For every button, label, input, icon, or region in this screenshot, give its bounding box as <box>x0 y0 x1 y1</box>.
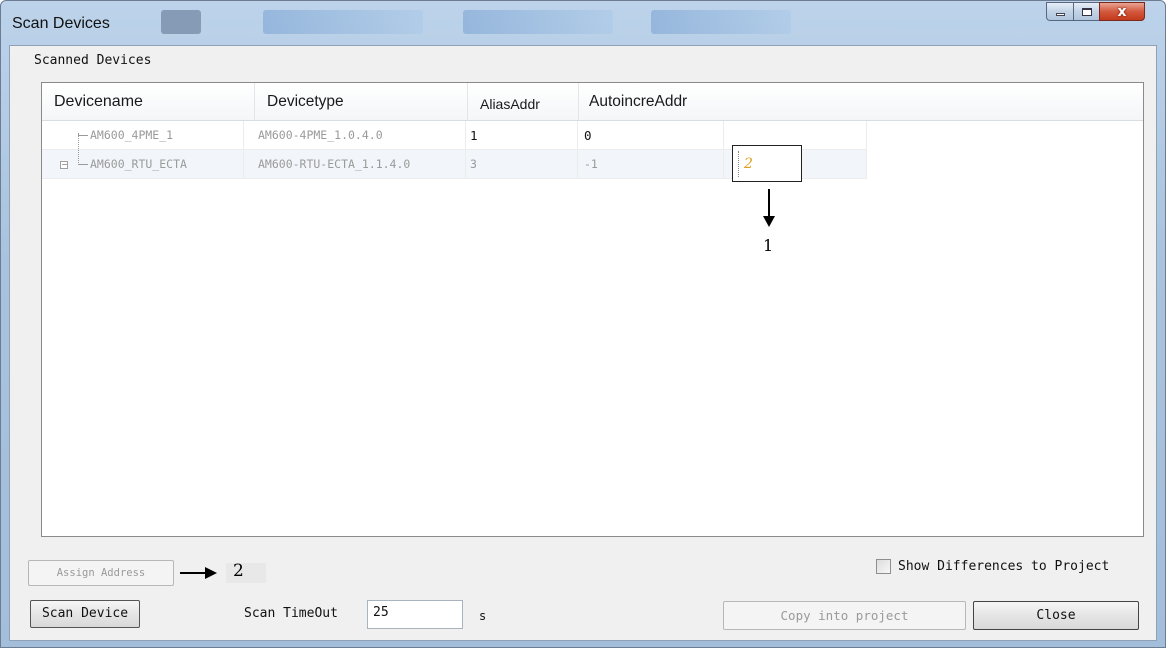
aliasaddr-cell[interactable]: 1 <box>466 121 578 150</box>
show-differences-label[interactable]: Show Differences to Project <box>898 559 1109 574</box>
scan-timeout-unit: s <box>479 609 487 623</box>
devicetype-cell: AM600-4PME_1.0.4.0 <box>244 121 466 150</box>
alias-address-editor-value[interactable]: 2 <box>744 156 753 172</box>
column-header-devicetype[interactable]: Devicetype <box>255 83 468 120</box>
title-bar[interactable]: Scan Devices x <box>1 1 1165 45</box>
close-window-button[interactable]: x <box>1099 2 1145 21</box>
tree-connector-line <box>78 133 79 163</box>
autoincreaddr-cell: 0 <box>578 121 724 150</box>
collapse-icon[interactable]: − <box>60 161 68 169</box>
annotation-label-1: 1 <box>763 236 774 255</box>
copy-into-project-button[interactable]: Copy into project <box>723 601 966 630</box>
column-header-devicename[interactable]: Devicename <box>42 83 255 120</box>
tree-connector-line <box>78 135 88 136</box>
column-header-aliasaddr[interactable]: AliasAddr <box>468 83 579 120</box>
title-bar-blur <box>463 10 613 34</box>
assign-address-button[interactable]: Assign Address <box>28 560 174 586</box>
maximize-icon <box>1081 7 1092 16</box>
scanned-devices-grid[interactable]: Devicename Devicetype AliasAddr Autoincr… <box>41 82 1144 537</box>
annotation-arrow-1 <box>768 189 770 217</box>
title-bar-blur <box>651 10 791 34</box>
tree-connector-line <box>78 164 88 165</box>
arrow-down-icon <box>763 216 775 227</box>
show-differences-checkbox[interactable] <box>876 559 891 574</box>
minimize-icon <box>1055 13 1065 16</box>
editor-caret <box>738 151 739 177</box>
annotation-label-2: 2 <box>233 561 244 581</box>
minimize-button[interactable] <box>1046 2 1073 21</box>
aliasaddr-cell[interactable]: 3 <box>466 150 578 179</box>
title-bar-blur <box>263 10 423 34</box>
autoincreaddr-cell: -1 <box>578 150 724 179</box>
annotation-label-background <box>226 563 266 583</box>
grid-header: Devicename Devicetype AliasAddr Autoincr… <box>42 83 1143 121</box>
scanned-devices-group-label: Scanned Devices <box>34 53 152 68</box>
scan-timeout-label: Scan TimeOut <box>244 606 338 621</box>
title-bar-blur <box>161 10 201 34</box>
annotation-arrow-2 <box>180 572 206 574</box>
devicetype-cell: AM600-RTU-ECTA_1.1.4.0 <box>244 150 466 179</box>
scan-timeout-input[interactable]: 25 <box>367 600 463 629</box>
close-button[interactable]: Close <box>973 601 1139 630</box>
alias-address-editor[interactable] <box>732 145 802 182</box>
scan-device-button[interactable]: Scan Device <box>30 600 140 628</box>
arrow-right-icon <box>205 567 217 579</box>
devicename-cell: AM600_4PME_1 <box>42 121 244 150</box>
window-title: Scan Devices <box>12 15 110 32</box>
maximize-button[interactable] <box>1073 2 1099 21</box>
devicename-cell: AM600_RTU_ECTA <box>42 150 244 179</box>
show-differences-option[interactable]: Show Differences to Project <box>876 559 1109 574</box>
column-header-autoincreaddr[interactable]: AutoincreAddr <box>579 83 1145 120</box>
close-icon: x <box>1117 3 1127 20</box>
window-controls: x <box>1046 2 1145 21</box>
